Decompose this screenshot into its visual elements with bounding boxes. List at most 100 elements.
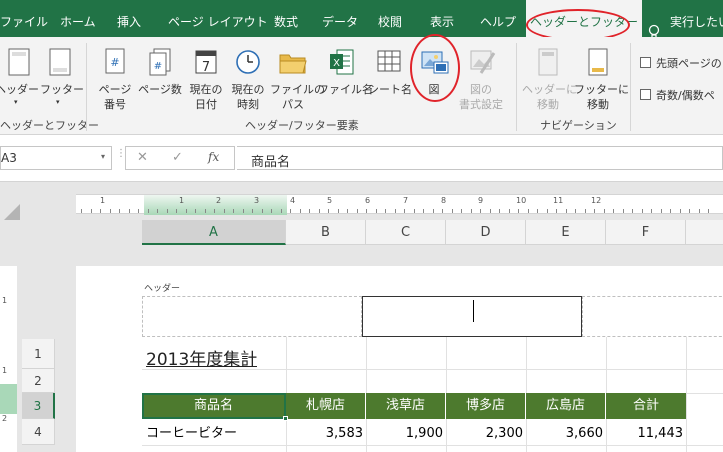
tab-review[interactable]: 校閲	[378, 0, 402, 37]
sheet-title-cell[interactable]: 2013年度集計	[146, 345, 257, 370]
ruler-tick	[176, 209, 177, 213]
chevron-down-icon[interactable]: ▾	[101, 152, 105, 161]
format-picture-icon	[468, 47, 496, 77]
goto-header-button[interactable]: ヘッダーに 移動	[522, 47, 577, 117]
current-time-label-1: 現在の	[231, 83, 265, 96]
column-header-e[interactable]: E	[526, 220, 606, 245]
column-header-d[interactable]: D	[446, 220, 526, 245]
cell-b4[interactable]: 3,583	[286, 423, 366, 445]
file-path-button[interactable]: ファイルの パス	[270, 47, 325, 117]
confirm-entry-icon[interactable]: ✓	[172, 150, 183, 165]
column-header-a[interactable]: A	[142, 220, 286, 245]
format-picture-button[interactable]: 図の 書式設定	[458, 47, 504, 117]
cancel-entry-icon[interactable]: ✕	[137, 150, 148, 165]
different-odd-even-option[interactable]: 奇数/偶数ペ	[640, 87, 715, 103]
file-path-label-2: パス	[282, 98, 304, 111]
goto-footer-label-2: 移動	[587, 98, 609, 111]
ruler-tick	[148, 209, 149, 213]
ruler-tick	[680, 209, 681, 213]
different-odd-even-label: 奇数/偶数ペ	[656, 89, 715, 102]
insert-function-icon[interactable]: fx	[208, 150, 219, 164]
group-separator	[630, 43, 631, 131]
tab-home[interactable]: ホーム	[60, 0, 96, 37]
ruler-tick	[205, 209, 206, 213]
picture-label: 図	[428, 83, 440, 96]
goto-footer-icon	[586, 47, 610, 77]
ruler-number: 12	[591, 196, 602, 205]
header-cell-c3[interactable]: 浅草店	[366, 393, 446, 419]
ruler-tick	[623, 209, 624, 213]
row-header-4[interactable]: 4	[22, 419, 55, 445]
header-button[interactable]: ヘッダー ▾	[0, 47, 40, 117]
page-number-button[interactable]: # ページ 番号	[95, 47, 135, 117]
header-cell-b3[interactable]: 札幌店	[286, 393, 366, 419]
page-number-label-1: ページ	[98, 83, 132, 96]
ruler-tick	[518, 209, 519, 213]
goto-footer-button[interactable]: フッターに 移動	[574, 47, 629, 117]
cell-a4[interactable]: コーヒービター	[146, 423, 286, 445]
current-time-button[interactable]: 現在の 時刻	[228, 47, 268, 117]
picture-button[interactable]: 図	[414, 47, 454, 117]
tab-formulas[interactable]: 数式	[274, 0, 298, 37]
name-box[interactable]: A3 ▾	[0, 146, 112, 170]
ruler-tick	[452, 209, 453, 213]
ruler-number: 1	[179, 196, 185, 205]
header-right-section[interactable]	[582, 296, 723, 337]
ruler-number: 1	[100, 196, 106, 205]
header-cell-f3[interactable]: 合計	[606, 393, 686, 419]
ruler-number: 6	[365, 196, 371, 205]
row-header-2[interactable]: 2	[22, 369, 55, 393]
horizontal-ruler: 1 1 2 3 4 5 6 7 8 9 10 11 12	[76, 194, 723, 215]
sheet-name-button[interactable]: シート名	[368, 47, 412, 117]
ruler-tick	[138, 209, 139, 213]
ruler-tick	[338, 209, 339, 213]
tab-view[interactable]: 表示	[430, 0, 454, 37]
different-odd-even-checkbox[interactable]	[640, 89, 651, 100]
ruler-tick	[214, 209, 215, 213]
column-header-f[interactable]: F	[606, 220, 686, 245]
column-header-c[interactable]: C	[366, 220, 446, 245]
ruler-tick	[423, 209, 424, 213]
row-header-1[interactable]: 1	[22, 339, 55, 369]
header-center-section[interactable]	[362, 296, 582, 337]
ruler-tick	[385, 209, 386, 213]
header-cell-d3[interactable]: 博多店	[446, 393, 526, 419]
row-header-3[interactable]: 3	[22, 393, 55, 419]
column-header-g[interactable]	[686, 220, 723, 245]
tab-page-layout[interactable]: ページ レイアウト	[168, 0, 268, 37]
svg-text:X: X	[333, 58, 340, 69]
tab-help[interactable]: ヘルプ	[480, 0, 516, 37]
ruler-tick	[129, 209, 130, 213]
ruler-tick	[632, 209, 633, 213]
cell-f4[interactable]: 11,443	[606, 423, 686, 445]
header-left-section[interactable]	[142, 296, 362, 337]
group-label-elements: ヘッダー/フッター要素	[245, 119, 359, 132]
select-all-corner[interactable]	[0, 200, 22, 222]
ruler-tick	[110, 209, 111, 213]
tab-file[interactable]: ファイル	[0, 0, 48, 37]
tab-tell-me[interactable]: 実行したい	[646, 0, 723, 39]
footer-page-icon	[48, 47, 72, 77]
different-first-page-option[interactable]: 先頭ページの	[640, 55, 722, 71]
tab-header-footer[interactable]: ヘッダーとフッター	[526, 0, 643, 39]
footer-button[interactable]: フッター ▾	[40, 47, 84, 117]
ruler-tick	[328, 209, 329, 213]
cell-e4[interactable]: 3,660	[526, 423, 606, 445]
current-date-button[interactable]: 7 現在の 日付	[186, 47, 226, 117]
current-time-label-2: 時刻	[237, 98, 259, 111]
different-first-page-checkbox[interactable]	[640, 57, 651, 68]
formula-bar: A3 ▾ ⋮ ✕ ✓ fx 商品名	[0, 135, 723, 182]
page-count-button[interactable]: # ページ数	[137, 47, 183, 117]
fill-handle[interactable]	[283, 416, 288, 421]
cell-d4[interactable]: 2,300	[446, 423, 526, 445]
cell-c4[interactable]: 1,900	[366, 423, 446, 445]
header-cell-e3[interactable]: 広島店	[526, 393, 606, 419]
file-name-button[interactable]: X ファイル名	[318, 47, 373, 117]
formula-input[interactable]: 商品名	[237, 146, 723, 170]
column-header-b[interactable]: B	[286, 220, 366, 245]
ruler-tick	[167, 209, 168, 213]
tab-data[interactable]: データ	[322, 0, 358, 37]
header-cell-a3[interactable]: 商品名	[142, 393, 286, 419]
tab-insert[interactable]: 挿入	[117, 0, 141, 37]
formula-buttons: ✕ ✓ fx	[125, 146, 235, 170]
